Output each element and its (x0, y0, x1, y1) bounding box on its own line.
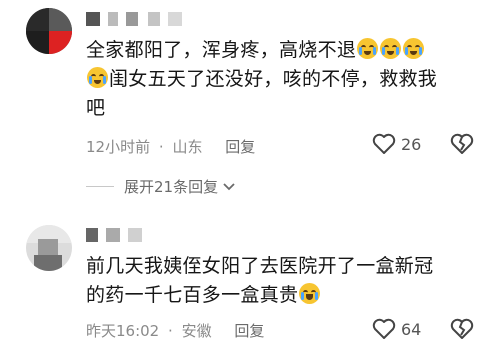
heart-icon (372, 318, 396, 339)
location: 山东 (172, 138, 203, 156)
like-count: 64 (401, 319, 422, 339)
chevron-down-icon (223, 182, 235, 190)
crying-emoji-icon (357, 38, 379, 59)
broken-heart-icon (450, 318, 474, 339)
broken-heart-icon (450, 133, 474, 154)
separator: · (168, 322, 173, 340)
dislike-button[interactable] (450, 133, 474, 155)
timestamp: 12小时前 (86, 138, 151, 156)
comment-text: 全家都阳了，浑身疼，高烧不退 闺女五天了还没好，咳的不停，救救我 吧 (86, 38, 438, 119)
avatar[interactable] (26, 225, 72, 271)
laughing-crying-emoji-icon (299, 283, 321, 304)
reply-button[interactable]: 回复 (234, 322, 264, 340)
reply-button[interactable]: 回复 (225, 138, 255, 156)
comment-meta: 12小时前 · 山东 回复 (86, 136, 259, 157)
like-count: 26 (401, 134, 422, 154)
separator: · (158, 138, 164, 156)
avatar[interactable] (26, 8, 72, 54)
timestamp: 昨天16:02 (86, 322, 160, 340)
heart-icon (372, 133, 396, 154)
dislike-button[interactable] (450, 318, 474, 340)
divider (86, 186, 114, 187)
crying-emoji-icon (403, 38, 425, 59)
location: 安徽 (181, 322, 212, 340)
comment-text: 前几天我姨侄女阳了去医院开了一盒新冠 的药一千七百多一盒真贵 (86, 255, 434, 306)
username-redacted[interactable] (86, 228, 166, 242)
comment-meta: 昨天16:02 · 安徽 回复 (86, 320, 268, 341)
like-button[interactable]: 64 (372, 318, 421, 340)
like-button[interactable]: 26 (372, 133, 421, 155)
expand-replies-button[interactable]: 展开21条回复 (86, 176, 236, 197)
crying-emoji-icon (380, 38, 402, 59)
username-redacted[interactable] (86, 12, 196, 26)
crying-emoji-icon (87, 67, 108, 88)
